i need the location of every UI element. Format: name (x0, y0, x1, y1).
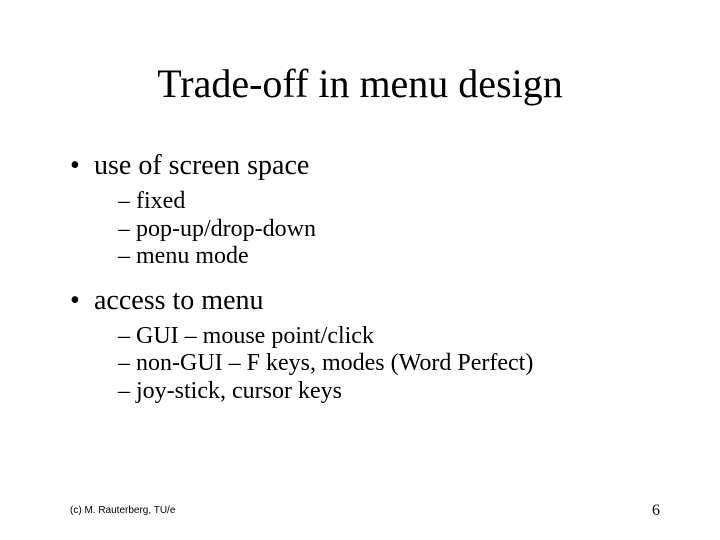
bullet-level2: – joy-stick, cursor keys (118, 378, 660, 406)
bullet-level1: • access to menu (70, 285, 660, 317)
bullet-label: non-GUI – F keys, modes (Word Perfect) (136, 350, 533, 376)
bullet-level2: – pop-up/drop-down (118, 216, 660, 244)
bullet-level1: • use of screen space (70, 150, 660, 182)
bullet-label: joy-stick, cursor keys (136, 378, 342, 404)
slide-title: Trade-off in menu design (0, 60, 720, 107)
bullet-label: fixed (136, 188, 185, 214)
slide-content: • use of screen space – fixed – pop-up/d… (70, 150, 660, 420)
bullet-level2: – non-GUI – F keys, modes (Word Perfect) (118, 350, 660, 378)
slide-number: 6 (652, 502, 660, 520)
disc-bullet-icon: • (70, 285, 94, 317)
footer-copyright: (c) M. Rauterberg, TU/e (70, 505, 175, 516)
bullet-label: menu mode (136, 243, 249, 269)
bullet-label: access to menu (94, 285, 264, 317)
bullet-level2: – menu mode (118, 243, 660, 271)
bullet-level2: – fixed (118, 188, 660, 216)
slide: Trade-off in menu design • use of screen… (0, 0, 720, 540)
bullet-label: GUI – mouse point/click (136, 323, 374, 349)
disc-bullet-icon: • (70, 150, 94, 182)
bullet-label: pop-up/drop-down (136, 216, 316, 242)
bullet-level2: – GUI – mouse point/click (118, 323, 660, 351)
bullet-label: use of screen space (94, 150, 309, 182)
